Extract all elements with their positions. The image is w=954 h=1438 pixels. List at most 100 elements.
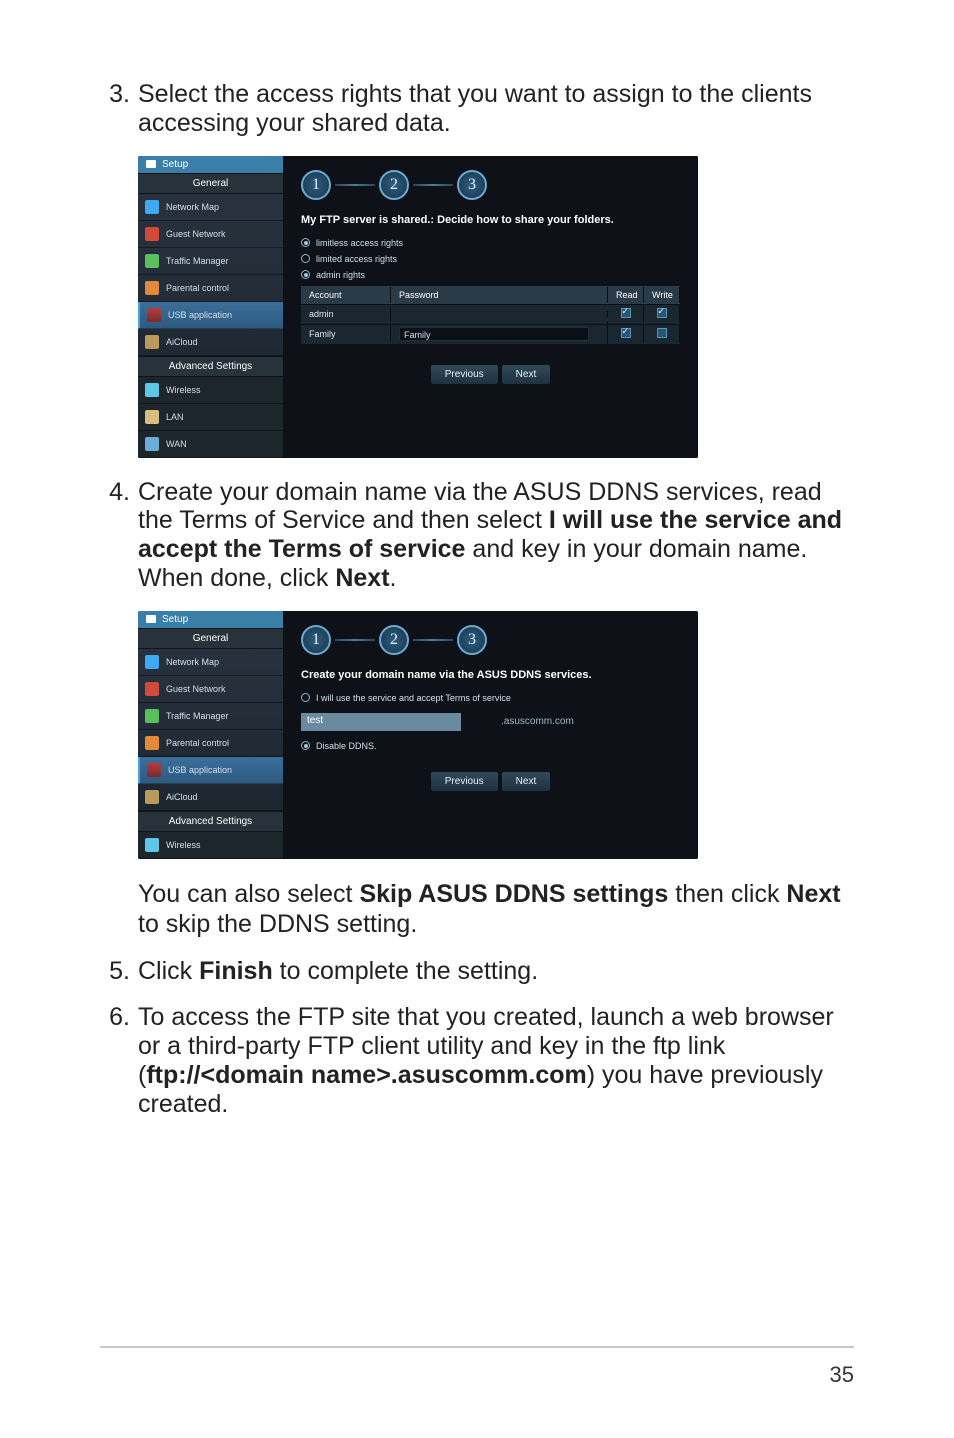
step-6-number: 6.: [100, 1003, 138, 1118]
section-general: General: [138, 173, 283, 194]
nav-guest-network[interactable]: Guest Network: [138, 676, 283, 703]
checkbox-icon: [621, 328, 631, 338]
radio-admin[interactable]: admin rights: [301, 270, 680, 280]
previous-button[interactable]: Previous: [430, 364, 499, 385]
checkbox-icon: [657, 328, 667, 338]
step-5-number: 5.: [100, 957, 138, 986]
router-sidebar: Setup General Network Map Guest Network …: [138, 156, 283, 458]
screenshot-ftp-rights: Setup General Network Map Guest Network …: [138, 156, 698, 458]
radio-icon: [301, 741, 310, 750]
col-account: Account: [301, 287, 391, 303]
nav-usb-application[interactable]: USB application: [138, 757, 283, 784]
radio-disable-ddns[interactable]: Disable DDNS.: [301, 741, 680, 751]
step-3-number: 3.: [100, 80, 138, 138]
checkbox-icon: [657, 308, 667, 318]
nav-parental-control[interactable]: Parental control: [138, 275, 283, 302]
previous-button[interactable]: Previous: [430, 771, 499, 792]
parental-control-icon: [145, 281, 159, 295]
section-general: General: [138, 628, 283, 649]
radio-icon: [301, 238, 310, 247]
wizard-steps: 1 2 3: [301, 170, 680, 200]
radio-icon: [301, 254, 310, 263]
domain-suffix: .asuscomm.com: [501, 716, 574, 727]
section-advanced: Advanced Settings: [138, 356, 283, 377]
next-button[interactable]: Next: [501, 364, 552, 385]
table-row: Family Family: [301, 324, 680, 344]
guest-network-icon: [145, 227, 159, 241]
page-number: 35: [830, 1362, 854, 1388]
radio-limitless[interactable]: limitless access rights: [301, 238, 680, 248]
nav-guest-network[interactable]: Guest Network: [138, 221, 283, 248]
network-map-icon: [145, 200, 159, 214]
network-map-icon: [145, 655, 159, 669]
step-3-text: Select the access rights that you want t…: [138, 80, 854, 138]
step-indicator-2: 2: [379, 625, 409, 655]
wireless-icon: [145, 838, 159, 852]
panel-title: My FTP server is shared.: Decide how to …: [301, 214, 680, 226]
step-4-note: You can also select Skip ASUS DDNS setti…: [138, 879, 854, 939]
wireless-icon: [145, 383, 159, 397]
guest-network-icon: [145, 682, 159, 696]
wizard-steps: 1 2 3: [301, 625, 680, 655]
step-arrow-icon: [413, 184, 453, 186]
setup-header[interactable]: Setup: [138, 611, 283, 628]
screenshot-ddns: Setup General Network Map Guest Network …: [138, 611, 698, 859]
aicloud-icon: [145, 335, 159, 349]
step-4-number: 4.: [100, 478, 138, 593]
parental-control-icon: [145, 736, 159, 750]
cell-password[interactable]: Family: [391, 321, 608, 347]
radio-use-service[interactable]: I will use the service and accept Terms …: [301, 693, 680, 703]
nav-usb-application[interactable]: USB application: [138, 302, 283, 329]
radio-icon: [301, 270, 310, 279]
step-indicator-1: 1: [301, 625, 331, 655]
step-arrow-icon: [413, 639, 453, 641]
nav-aicloud[interactable]: AiCloud: [138, 784, 283, 811]
checkbox-icon: [621, 308, 631, 318]
cell-password: [391, 311, 608, 317]
cell-account: admin: [301, 306, 391, 322]
step-4-text: Create your domain name via the ASUS DDN…: [138, 478, 854, 593]
step-indicator-1: 1: [301, 170, 331, 200]
nav-aicloud[interactable]: AiCloud: [138, 329, 283, 356]
wan-icon: [145, 437, 159, 451]
traffic-manager-icon: [145, 254, 159, 268]
cell-read[interactable]: [608, 325, 644, 343]
step-arrow-icon: [335, 639, 375, 641]
cell-read[interactable]: [608, 305, 644, 323]
radio-limited[interactable]: limited access rights: [301, 254, 680, 264]
cell-write[interactable]: [644, 325, 680, 343]
nav-network-map[interactable]: Network Map: [138, 649, 283, 676]
footer-divider: [100, 1346, 854, 1348]
next-button[interactable]: Next: [501, 771, 552, 792]
router-sidebar: Setup General Network Map Guest Network …: [138, 611, 283, 859]
domain-input[interactable]: test: [301, 713, 461, 731]
section-advanced: Advanced Settings: [138, 811, 283, 832]
step-arrow-icon: [335, 184, 375, 186]
rights-table: Account Password Read Write admin Family…: [301, 286, 680, 344]
nav-wireless[interactable]: Wireless: [138, 832, 283, 859]
step-indicator-3: 3: [457, 625, 487, 655]
password-input[interactable]: Family: [399, 327, 589, 341]
step-indicator-2: 2: [379, 170, 409, 200]
cell-account: Family: [301, 326, 391, 342]
cell-write[interactable]: [644, 305, 680, 323]
col-password: Password: [391, 287, 608, 303]
nav-traffic-manager[interactable]: Traffic Manager: [138, 248, 283, 275]
radio-icon: [301, 693, 310, 702]
traffic-manager-icon: [145, 709, 159, 723]
nav-traffic-manager[interactable]: Traffic Manager: [138, 703, 283, 730]
step-indicator-3: 3: [457, 170, 487, 200]
aicloud-icon: [145, 790, 159, 804]
nav-wireless[interactable]: Wireless: [138, 377, 283, 404]
usb-app-icon: [147, 763, 161, 777]
panel-title: Create your domain name via the ASUS DDN…: [301, 669, 680, 681]
lan-icon: [145, 410, 159, 424]
col-read: Read: [608, 287, 644, 303]
nav-wan[interactable]: WAN: [138, 431, 283, 458]
step-6-text: To access the FTP site that you created,…: [138, 1003, 854, 1118]
nav-lan[interactable]: LAN: [138, 404, 283, 431]
setup-header[interactable]: Setup: [138, 156, 283, 173]
nav-network-map[interactable]: Network Map: [138, 194, 283, 221]
step-5-text: Click Finish to complete the setting.: [138, 957, 854, 986]
nav-parental-control[interactable]: Parental control: [138, 730, 283, 757]
